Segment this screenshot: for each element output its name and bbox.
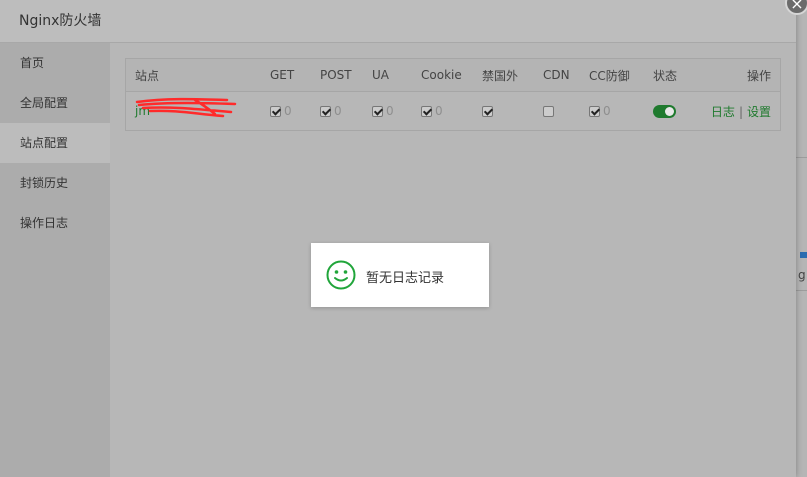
toast-message: 暂无日志记录	[311, 243, 489, 307]
dialog-title: Nginx防火墙	[0, 0, 796, 43]
site-cell: jm	[126, 92, 271, 131]
column-header-cc: CC防御	[589, 58, 653, 92]
firewall-dialog: Nginx防火墙 首页 全局配置 站点配置 封锁历史 操作日志 站点 GET P…	[0, 0, 796, 477]
sidebar-item-block-history[interactable]: 封锁历史	[0, 163, 110, 203]
action-separator: |	[738, 104, 743, 119]
toggle-knob	[665, 107, 674, 116]
site-name-link[interactable]: jm	[135, 97, 237, 118]
smile-icon	[326, 260, 356, 290]
cc-checkbox[interactable]	[589, 105, 600, 117]
column-header-block-foreign: 禁国外	[482, 58, 543, 92]
post-cell: 0	[320, 92, 372, 131]
ua-cell: 0	[372, 92, 421, 131]
column-header-post: POST	[320, 58, 372, 92]
redaction-scribble	[135, 97, 237, 118]
ua-checkbox[interactable]	[372, 105, 383, 117]
sidebar: 首页 全局配置 站点配置 封锁历史 操作日志	[0, 43, 110, 477]
site-table: 站点 GET POST UA Cookie 禁国外 CDN CC防御 状态 操作	[125, 58, 781, 131]
get-checkbox[interactable]	[270, 105, 281, 117]
sidebar-item-operation-log[interactable]: 操作日志	[0, 203, 110, 243]
cc-count: 0	[603, 104, 611, 119]
column-header-status: 状态	[653, 58, 708, 92]
sidebar-item-site-config[interactable]: 站点配置	[0, 123, 110, 163]
column-header-cdn: CDN	[543, 58, 589, 92]
ua-count: 0	[386, 104, 394, 119]
background-divider	[796, 157, 807, 158]
background-blue-mark	[800, 252, 807, 258]
status-toggle[interactable]	[653, 105, 676, 118]
toast-text: 暂无日志记录	[366, 271, 445, 286]
column-header-cookie: Cookie	[421, 58, 482, 92]
close-icon: ×	[790, 0, 804, 13]
sidebar-item-global-config[interactable]: 全局配置	[0, 83, 110, 123]
block-foreign-checkbox[interactable]	[482, 106, 493, 117]
status-cell	[653, 92, 708, 131]
get-count: 0	[284, 104, 292, 119]
block-foreign-cell	[482, 92, 543, 131]
sidebar-item-home[interactable]: 首页	[0, 43, 110, 83]
get-cell: 0	[270, 92, 320, 131]
cookie-count: 0	[435, 104, 443, 119]
column-header-ua: UA	[372, 58, 421, 92]
column-header-site: 站点	[125, 58, 270, 92]
background-page-strip: g	[796, 0, 807, 477]
cdn-cell	[543, 92, 589, 131]
cookie-checkbox[interactable]	[421, 105, 432, 117]
cookie-cell: 0	[421, 92, 482, 131]
table-header-row: 站点 GET POST UA Cookie 禁国外 CDN CC防御 状态 操作	[125, 58, 781, 92]
column-header-actions: 操作	[708, 58, 781, 92]
background-partial-text: g	[798, 268, 806, 282]
table-row: jm 0 0 0 0 0 日志 | 设置	[126, 92, 781, 131]
cc-cell: 0	[589, 92, 653, 131]
log-link[interactable]: 日志	[711, 105, 735, 119]
settings-link[interactable]: 设置	[747, 105, 771, 119]
column-header-get: GET	[270, 58, 320, 92]
cdn-checkbox[interactable]	[543, 106, 554, 117]
post-count: 0	[334, 104, 342, 119]
background-divider	[796, 290, 807, 291]
actions-cell: 日志 | 设置	[708, 92, 781, 131]
post-checkbox[interactable]	[320, 105, 331, 117]
